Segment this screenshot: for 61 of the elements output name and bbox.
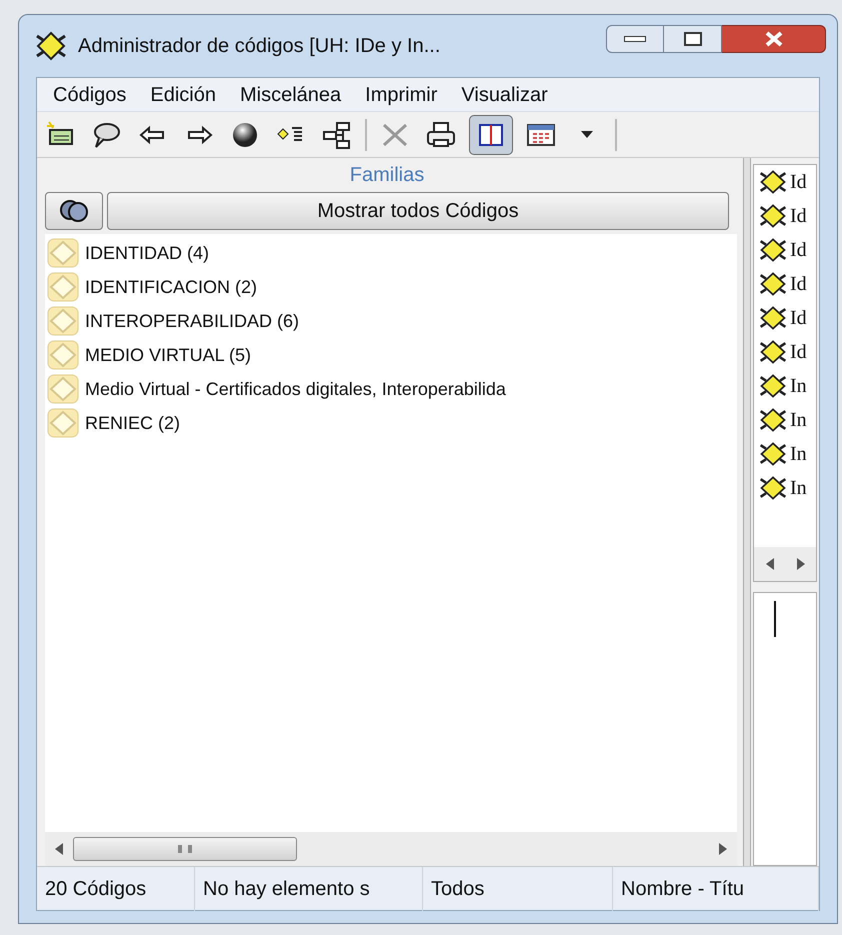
menu-item[interactable]: Visualizar bbox=[451, 80, 558, 110]
menu-item[interactable]: Edición bbox=[140, 80, 226, 110]
code-item[interactable]: In bbox=[754, 403, 816, 437]
family-icon bbox=[47, 374, 79, 404]
circles-icon bbox=[58, 198, 90, 224]
family-icon bbox=[47, 272, 79, 302]
scrollbar-thumb[interactable] bbox=[73, 837, 297, 861]
code-item[interactable]: Id bbox=[754, 165, 816, 199]
show-all-codes-button[interactable]: Mostrar todos Códigos bbox=[107, 192, 729, 230]
code-icon bbox=[758, 440, 788, 468]
code-icon bbox=[758, 406, 788, 434]
code-icon bbox=[758, 304, 788, 332]
close-button[interactable] bbox=[722, 25, 826, 53]
print-icon bbox=[425, 120, 457, 150]
menu-item[interactable]: Imprimir bbox=[355, 80, 448, 110]
code-item[interactable]: Id bbox=[754, 335, 816, 369]
family-item[interactable]: INTEROPERABILIDAD (6) bbox=[45, 304, 737, 338]
status-text: 20 Códigos bbox=[37, 866, 195, 910]
network-icon bbox=[321, 120, 353, 150]
filter-button[interactable] bbox=[45, 192, 103, 230]
minimize-button[interactable] bbox=[606, 25, 664, 53]
code-icon bbox=[758, 338, 788, 366]
code-item[interactable]: Id bbox=[754, 267, 816, 301]
caret-icon bbox=[581, 131, 593, 138]
scroll-right-icon bbox=[719, 843, 727, 855]
horizontal-scrollbar[interactable] bbox=[45, 832, 737, 866]
code-item[interactable]: In bbox=[754, 369, 816, 403]
code-item[interactable]: Id bbox=[754, 233, 816, 267]
menu-item[interactable]: Códigos bbox=[43, 80, 136, 110]
code-icon bbox=[758, 372, 788, 400]
code-item[interactable]: In bbox=[754, 437, 816, 471]
horizontal-scrollbar[interactable] bbox=[754, 547, 816, 581]
status-text: Nombre - Títu bbox=[613, 866, 819, 910]
code-icon bbox=[758, 168, 788, 196]
family-icon bbox=[47, 238, 79, 268]
maximize-button[interactable] bbox=[664, 25, 722, 53]
menu-item[interactable]: Miscelánea bbox=[230, 80, 352, 110]
code-item[interactable]: Id bbox=[754, 199, 816, 233]
app-icon bbox=[34, 31, 68, 61]
code-item[interactable]: In bbox=[754, 471, 816, 505]
family-icon bbox=[47, 306, 79, 336]
family-item[interactable]: RENIEC (2) bbox=[45, 406, 737, 440]
scroll-right-icon bbox=[796, 558, 804, 570]
family-item[interactable]: Medio Virtual - Certificados digitales, Interoperabilida bbox=[45, 372, 737, 406]
family-item[interactable]: IDENTIDAD (4) bbox=[45, 236, 737, 270]
code-item[interactable]: Id bbox=[754, 301, 816, 335]
toolbar-button[interactable] bbox=[469, 114, 513, 154]
family-item[interactable]: MEDIO VIRTUAL (5) bbox=[45, 338, 737, 372]
code-icon bbox=[758, 202, 788, 230]
scroll-left-icon bbox=[766, 558, 774, 570]
panel-title: Familias bbox=[348, 163, 426, 188]
status-text: No hay elemento s bbox=[195, 866, 423, 910]
family-icon bbox=[47, 408, 79, 438]
code-icon bbox=[758, 270, 788, 298]
family-icon bbox=[47, 340, 79, 370]
code-icon bbox=[758, 474, 788, 502]
scroll-left-icon bbox=[55, 843, 63, 855]
family-item[interactable]: IDENTIFICACION (2) bbox=[45, 270, 737, 304]
window-title: Administrador de códigos [UH: IDe y In... bbox=[78, 34, 440, 59]
code-icon bbox=[758, 236, 788, 264]
status-text: Todos bbox=[423, 866, 613, 910]
